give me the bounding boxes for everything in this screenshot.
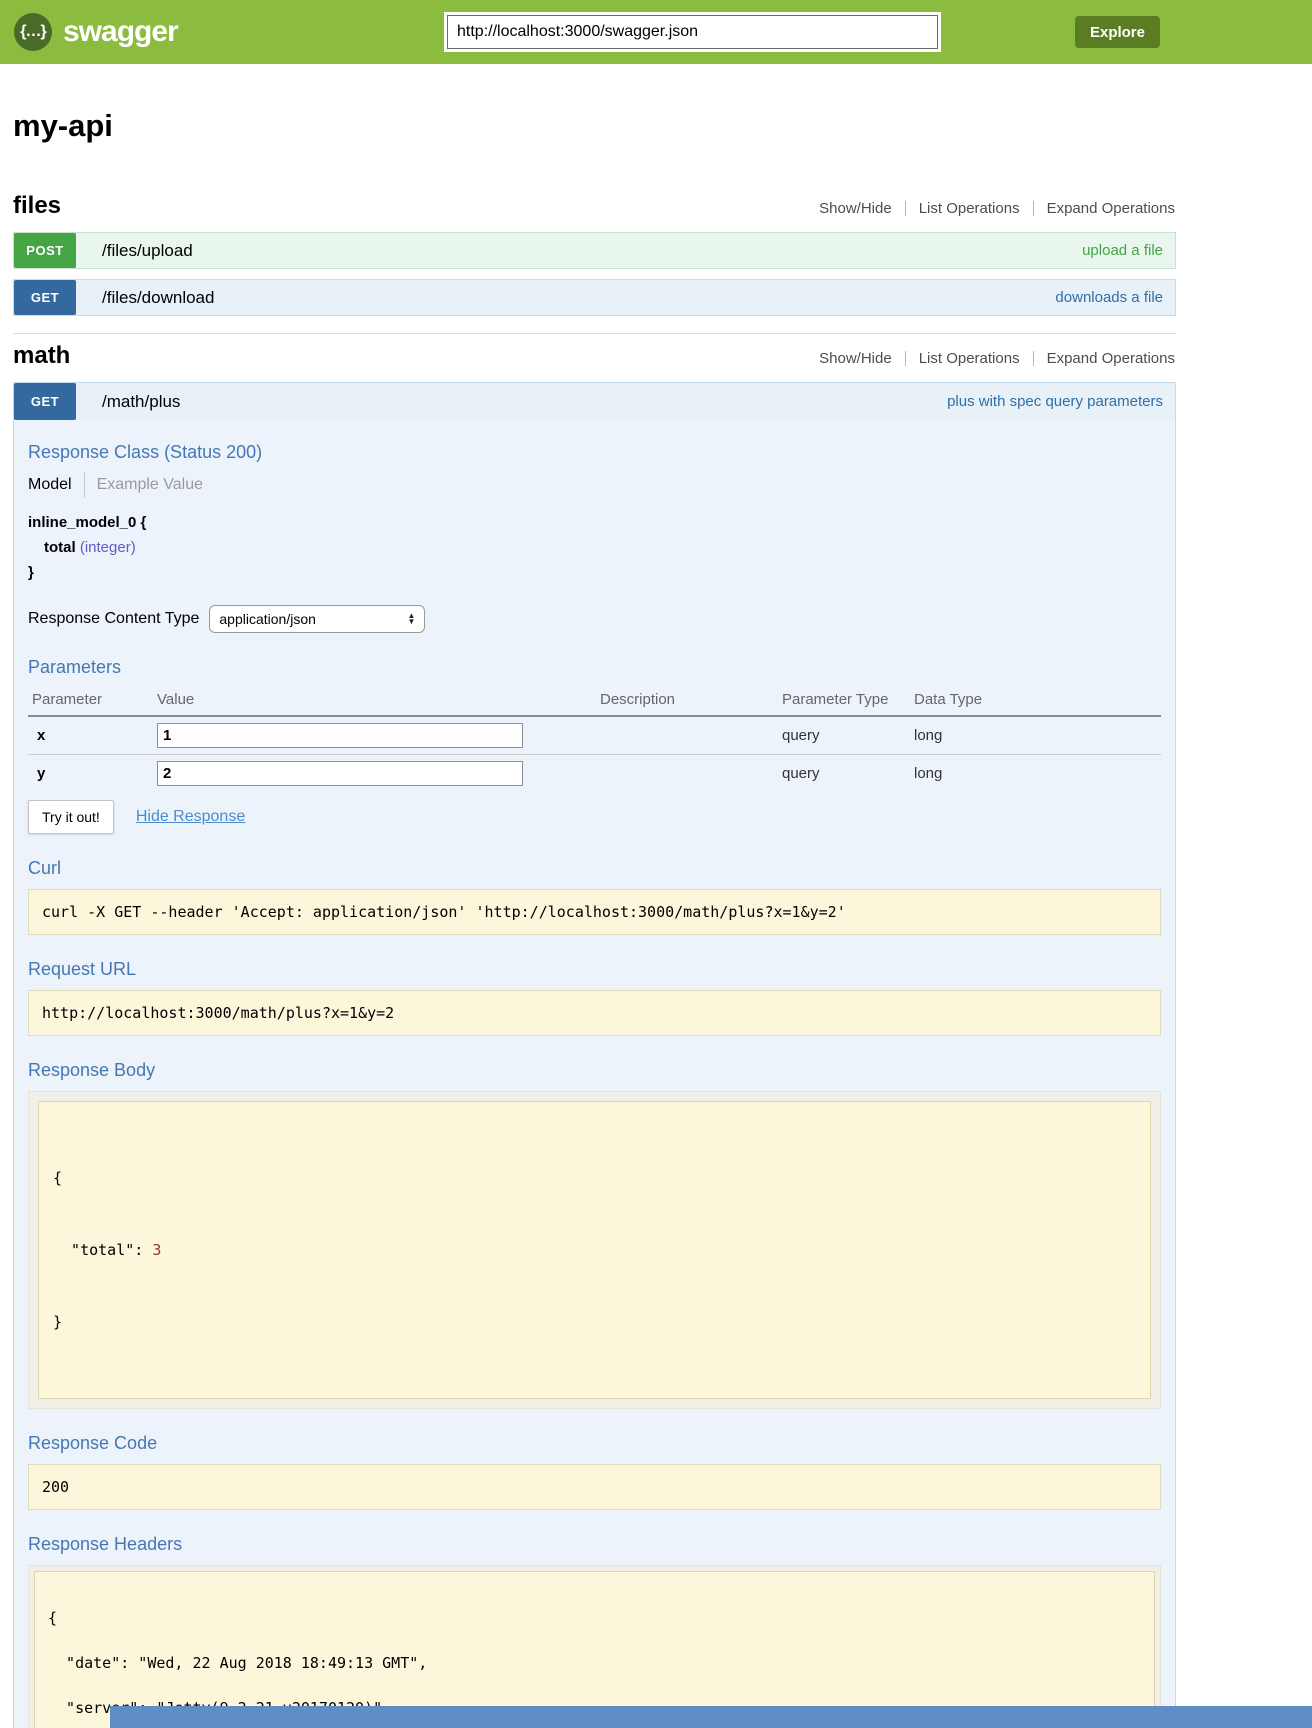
math-expand-operations-link[interactable]: Expand Operations xyxy=(1034,351,1176,366)
response-content-type-select[interactable]: application/json ▲▼ xyxy=(209,605,425,633)
main-content: my-api files Show/Hide List Operations E… xyxy=(13,108,1176,1728)
post-method-badge: POST xyxy=(14,233,76,268)
op-summary-link[interactable]: plus with spec query parameters xyxy=(947,393,1163,410)
files-section-header: files Show/Hide List Operations Expand O… xyxy=(13,192,1176,220)
hide-response-link[interactable]: Hide Response xyxy=(136,808,245,826)
math-section-controls: Show/Hide List Operations Expand Operati… xyxy=(806,351,1176,366)
op-content: Response Class (Status 200) Model Exampl… xyxy=(14,420,1175,1728)
op-path-link[interactable]: /files/download xyxy=(102,288,214,308)
op-path-link[interactable]: /math/plus xyxy=(102,392,180,412)
get-method-badge: GET xyxy=(14,280,76,315)
get-method-badge: GET xyxy=(14,383,76,420)
math-show-hide-link[interactable]: Show/Hide xyxy=(806,351,906,366)
files-section-controls: Show/Hide List Operations Expand Operati… xyxy=(806,201,1176,216)
page-title: my-api xyxy=(13,108,1176,144)
brand-title: swagger xyxy=(63,15,178,49)
response-body-box: { "total": 3 } xyxy=(38,1101,1151,1399)
spec-url-input[interactable] xyxy=(447,15,938,49)
model-property-name: total xyxy=(44,539,76,556)
param-type: query xyxy=(778,716,910,755)
response-code-heading: Response Code xyxy=(28,1433,1161,1454)
math-section-header: math Show/Hide List Operations Expand Op… xyxy=(13,342,1176,370)
files-expand-operations-link[interactable]: Expand Operations xyxy=(1034,201,1176,216)
swagger-brand-link[interactable]: {…} swagger xyxy=(14,13,178,51)
op-get-files-download[interactable]: GET /files/download downloads a file xyxy=(13,279,1176,316)
request-url-box: http://localhost:3000/math/plus?x=1&y=2 xyxy=(28,990,1161,1036)
model-open-line: inline_model_0 { xyxy=(28,514,1161,531)
parameters-table: Parameter Value Description Parameter Ty… xyxy=(28,684,1161,792)
response-headers-container: { "date": "Wed, 22 Aug 2018 18:49:13 GMT… xyxy=(28,1565,1161,1728)
col-parameter: Parameter xyxy=(28,684,153,716)
model-signature: inline_model_0 { total (integer) } xyxy=(28,514,1161,581)
response-content-type-label: Response Content Type xyxy=(28,610,199,628)
request-url-heading: Request URL xyxy=(28,959,1161,980)
try-it-out-row: Try it out! Hide Response xyxy=(28,800,1161,834)
parameter-row-y: y query long xyxy=(28,755,1161,793)
json-close-brace: } xyxy=(53,1310,1136,1334)
op-summary-link[interactable]: upload a file xyxy=(1082,242,1163,259)
col-value: Value xyxy=(153,684,596,716)
files-list-operations-link[interactable]: List Operations xyxy=(906,201,1034,216)
top-header-bar: {…} swagger Explore xyxy=(0,0,1312,64)
explore-button[interactable]: Explore xyxy=(1075,16,1160,48)
headers-line: "date": "Wed, 22 Aug 2018 18:49:13 GMT", xyxy=(48,1656,1141,1671)
selected-content-type: application/json xyxy=(219,611,316,627)
files-show-hide-link[interactable]: Show/Hide xyxy=(806,201,906,216)
headers-line: { xyxy=(48,1611,1141,1626)
tab-example-value[interactable]: Example Value xyxy=(97,476,203,494)
param-name: y xyxy=(28,755,153,793)
response-headers-heading: Response Headers xyxy=(28,1534,1161,1555)
response-body-heading: Response Body xyxy=(28,1060,1161,1081)
response-headers-box: { "date": "Wed, 22 Aug 2018 18:49:13 GMT… xyxy=(34,1571,1155,1728)
model-close-line: } xyxy=(28,564,1161,581)
tab-model[interactable]: Model xyxy=(28,476,72,494)
curl-command-box: curl -X GET --header 'Accept: applicatio… xyxy=(28,889,1161,935)
response-class-heading: Response Class (Status 200) xyxy=(28,442,1161,463)
json-number-value: 3 xyxy=(152,1241,161,1259)
param-data-type: long xyxy=(910,716,1161,755)
files-section-title: files xyxy=(13,192,61,220)
model-tabs: Model Example Value xyxy=(28,472,1161,498)
swagger-logo-icon: {…} xyxy=(14,13,52,51)
model-property-line: total (integer) xyxy=(44,539,1161,556)
col-parameter-type: Parameter Type xyxy=(778,684,910,716)
col-data-type: Data Type xyxy=(910,684,1161,716)
op-path-link[interactable]: /files/upload xyxy=(102,241,193,261)
parameter-row-x: x query long xyxy=(28,716,1161,755)
curl-heading: Curl xyxy=(28,858,1161,879)
bottom-blue-bar xyxy=(110,1706,1312,1728)
op-get-math-plus-heading[interactable]: GET /math/plus plus with spec query para… xyxy=(14,383,1175,420)
response-code-box: 200 xyxy=(28,1464,1161,1510)
op-summary-link[interactable]: downloads a file xyxy=(1055,289,1163,306)
json-total-line: "total": 3 xyxy=(53,1238,1136,1262)
json-open-brace: { xyxy=(53,1166,1136,1190)
math-section-title: math xyxy=(13,342,70,370)
param-x-value-input[interactable] xyxy=(157,723,523,748)
param-name: x xyxy=(28,716,153,755)
math-list-operations-link[interactable]: List Operations xyxy=(906,351,1034,366)
param-data-type: long xyxy=(910,755,1161,793)
param-type: query xyxy=(778,755,910,793)
try-it-out-button[interactable]: Try it out! xyxy=(28,800,114,834)
section-divider xyxy=(13,333,1176,334)
op-get-math-plus-expanded: GET /math/plus plus with spec query para… xyxy=(13,382,1176,1728)
param-y-value-input[interactable] xyxy=(157,761,523,786)
parameters-heading: Parameters xyxy=(28,657,1161,678)
select-arrows-icon: ▲▼ xyxy=(407,613,415,625)
col-description: Description xyxy=(596,684,778,716)
parameters-table-header-row: Parameter Value Description Parameter Ty… xyxy=(28,684,1161,716)
op-post-files-upload[interactable]: POST /files/upload upload a file xyxy=(13,232,1176,269)
tab-divider xyxy=(84,472,85,498)
model-property-type: (integer) xyxy=(80,539,136,556)
response-content-type-row: Response Content Type application/json ▲… xyxy=(28,605,1161,633)
param-description xyxy=(596,716,778,755)
response-body-container: { "total": 3 } xyxy=(28,1091,1161,1409)
param-description xyxy=(596,755,778,793)
